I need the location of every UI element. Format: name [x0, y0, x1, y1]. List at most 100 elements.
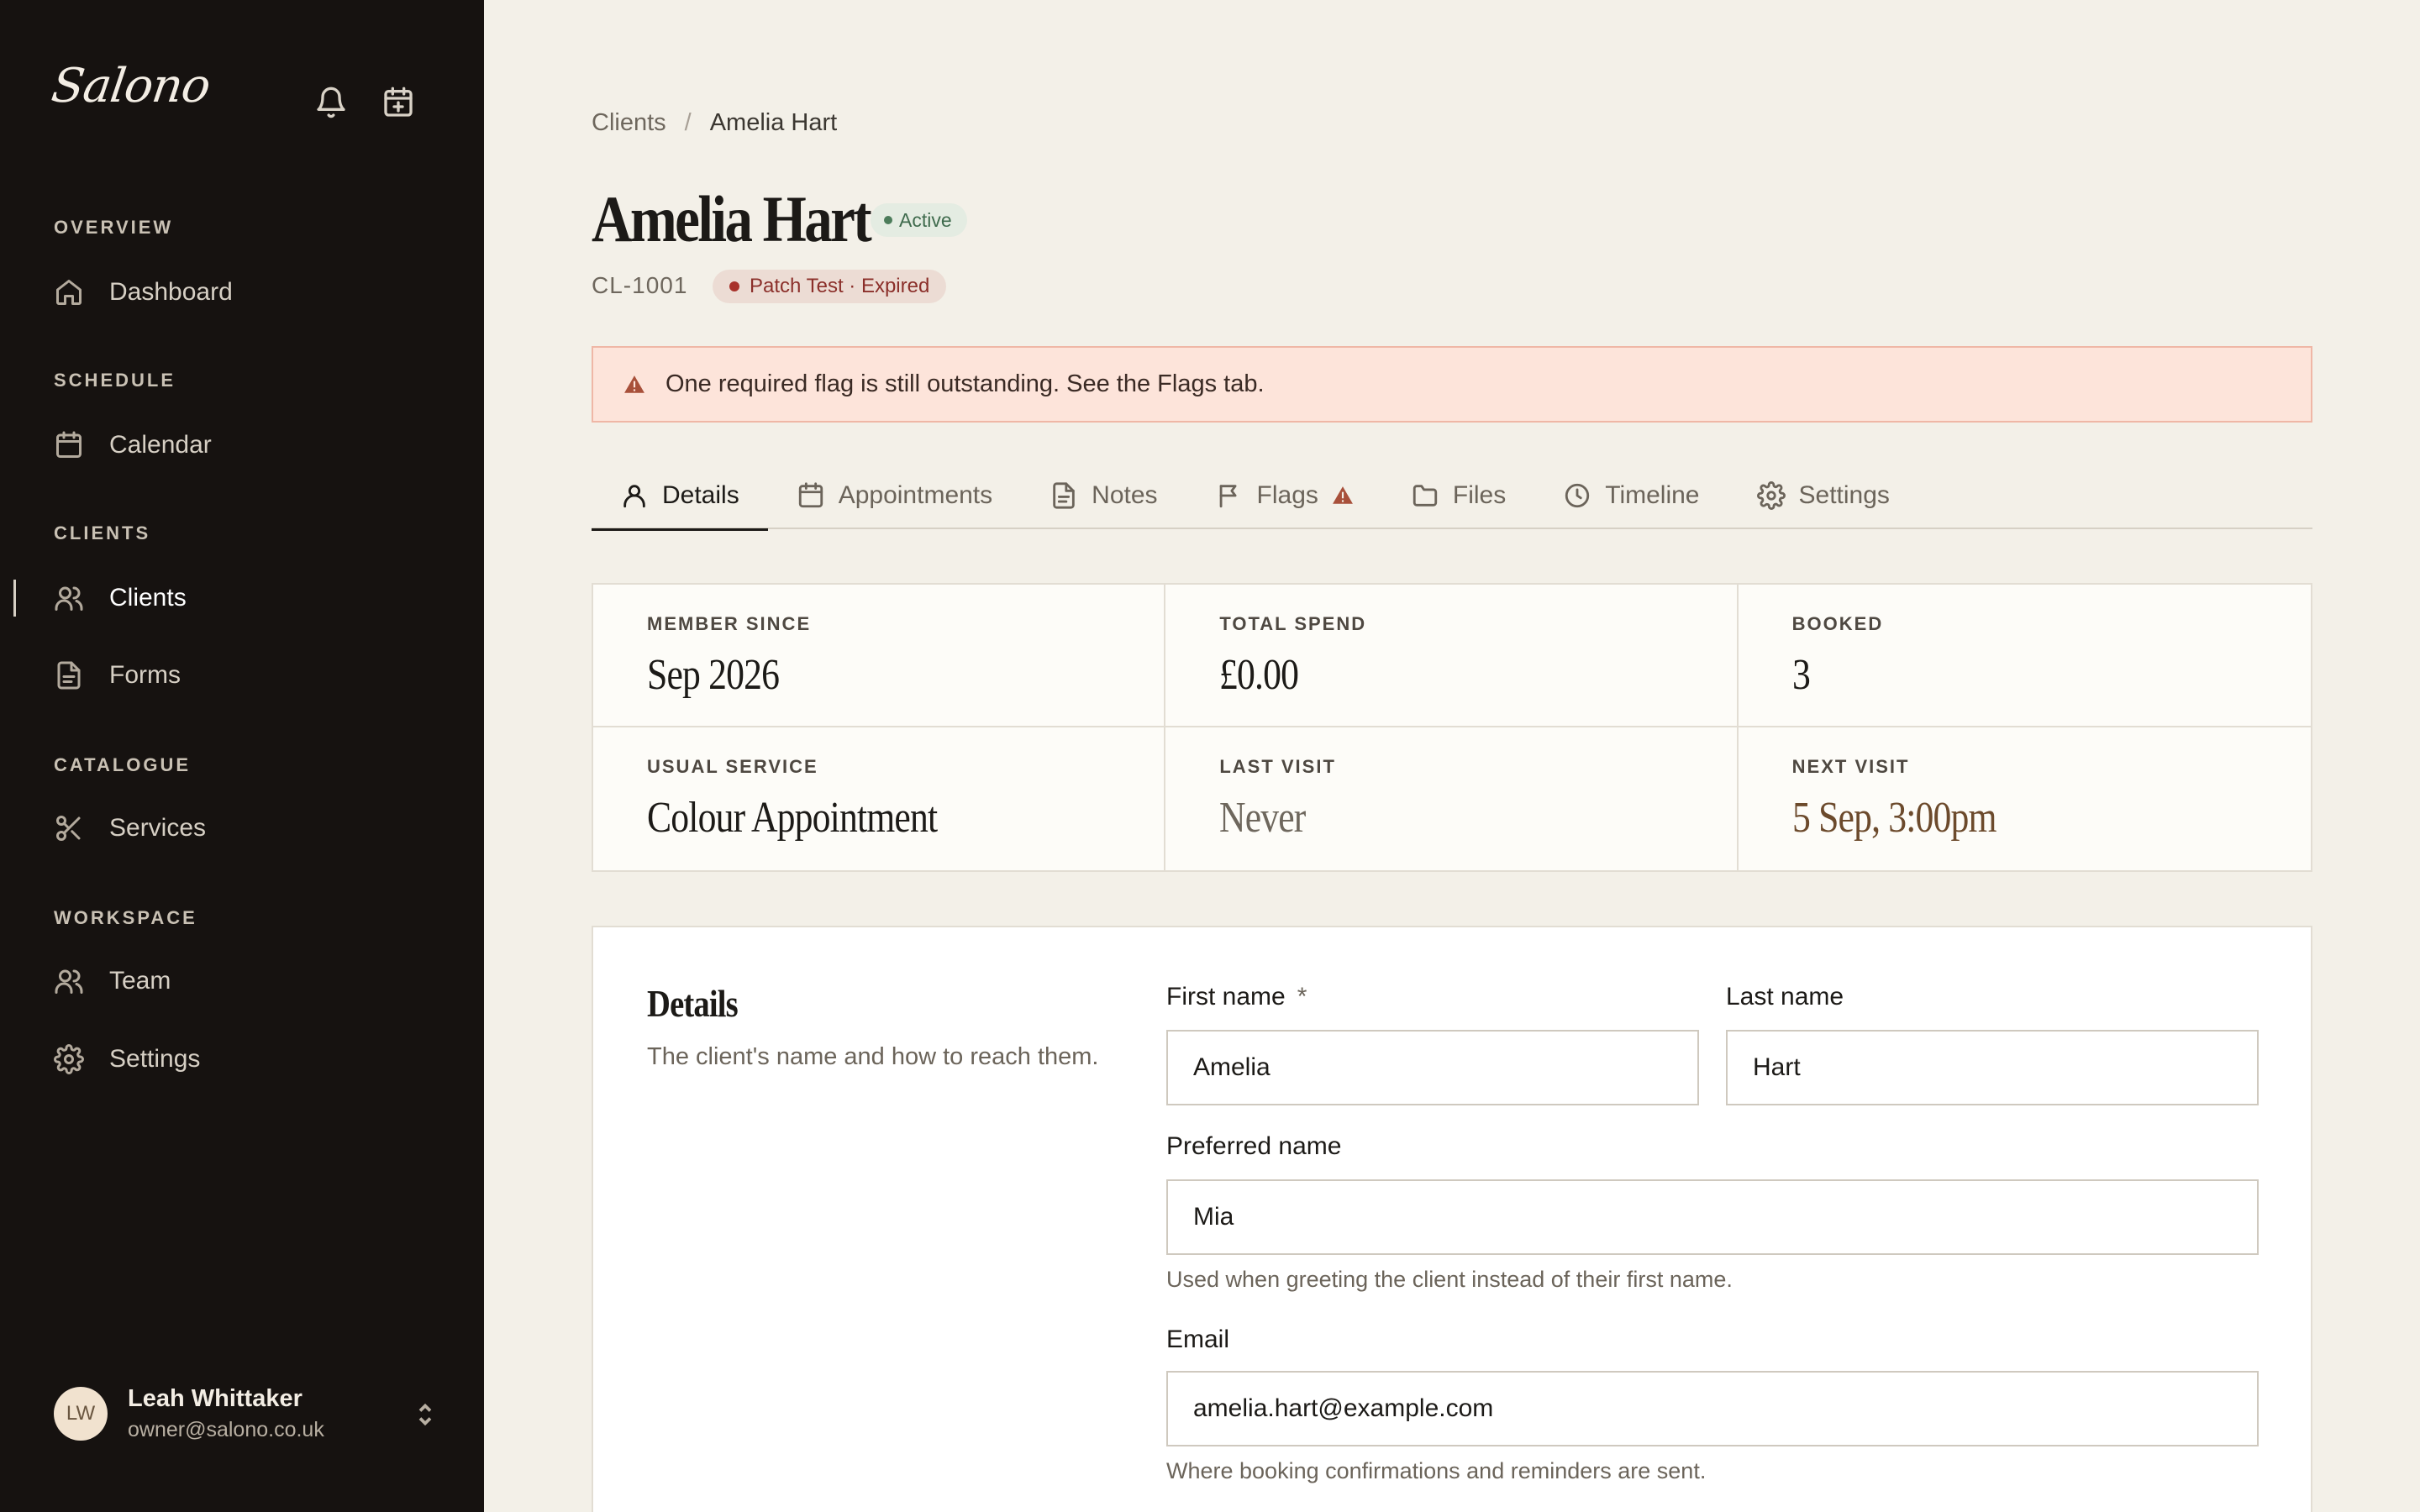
user-name: Leah Whittaker	[128, 1385, 302, 1412]
breadcrumb-clients-link[interactable]: Clients	[592, 109, 666, 137]
stat-next-visit: NEXT VISIT 5 Sep, 3:00pm	[1739, 727, 2311, 870]
stat-value: Sep 2026	[647, 651, 780, 699]
clock-icon	[1565, 483, 1590, 508]
stat-label: BOOKED	[1791, 613, 1884, 634]
sidebar-item-calendar[interactable]: Calendar	[54, 422, 440, 469]
email-label: Email	[1166, 1326, 1230, 1353]
tab-label: Timeline	[1605, 481, 1700, 509]
first-name-input[interactable]	[1166, 1030, 1699, 1105]
stat-usual-service: USUAL SERVICE Colour Appointment	[593, 727, 1166, 870]
last-name-input[interactable]	[1726, 1030, 2259, 1105]
stat-booked: BOOKED 3	[1738, 585, 2311, 727]
tab-label: Details	[662, 481, 739, 509]
tab-flags[interactable]: Flags	[1186, 462, 1382, 529]
page-title: Amelia Hart	[592, 182, 872, 255]
sidebar-item-label: Services	[109, 814, 207, 842]
stat-value: Never	[1219, 794, 1306, 842]
stat-total-spend: TOTAL SPEND £0.00	[1165, 585, 1739, 727]
tab-files[interactable]: Files	[1382, 462, 1534, 529]
sidebar-item-dashboard[interactable]: Dashboard	[54, 269, 440, 316]
sidebar-item-label: Settings	[109, 1045, 201, 1073]
user-menu[interactable]: LW Leah Whittaker owner@salono.co.uk	[54, 1384, 440, 1443]
nav-section-overview: OVERVIEW	[54, 217, 174, 238]
users-icon	[55, 969, 83, 994]
client-id: CL-1001	[592, 272, 688, 298]
scissors-icon	[56, 816, 81, 841]
breadcrumb-separator: /	[684, 109, 692, 136]
tab-label: Flags	[1256, 481, 1318, 509]
sidebar-item-label: Forms	[109, 661, 181, 689]
users-icon	[55, 586, 83, 611]
warning-icon	[624, 375, 644, 393]
calendar-add-icon[interactable]	[380, 84, 417, 121]
stat-member-since: MEMBER SINCE Sep 2026	[593, 585, 1166, 727]
gear-icon	[1756, 481, 1786, 510]
tab-label: Appointments	[838, 481, 993, 509]
document-icon	[57, 661, 81, 690]
calendar-icon	[798, 482, 823, 508]
details-card: Details The client's name and how to rea…	[592, 926, 2312, 1512]
sidebar: Salono OVERVIEW Dashboard SCHEDULE Calen…	[0, 0, 484, 1512]
calendar-icon	[56, 431, 82, 458]
tab-label: Settings	[1798, 481, 1890, 509]
sidebar-item-team[interactable]: Team	[54, 958, 440, 1005]
stat-value: £0.00	[1219, 651, 1299, 699]
nav-section-workspace: WORKSPACE	[54, 907, 197, 928]
last-name-label: Last name	[1726, 983, 1844, 1011]
sidebar-item-label: Clients	[109, 584, 187, 612]
stat-label: MEMBER SINCE	[647, 613, 812, 634]
stat-label: NEXT VISIT	[1791, 756, 1910, 777]
gear-icon	[54, 1044, 84, 1074]
client-stats: MEMBER SINCE Sep 2026 TOTAL SPEND £0.00 …	[592, 583, 2312, 872]
document-icon	[1053, 482, 1075, 509]
breadcrumb-current: Amelia Hart	[709, 109, 838, 136]
card-title: Details	[647, 982, 739, 1025]
stat-label: LAST VISIT	[1219, 756, 1336, 777]
nav-section-catalogue: CATALOGUE	[54, 754, 192, 775]
sidebar-item-settings[interactable]: Settings	[54, 1036, 440, 1083]
user-icon	[623, 485, 645, 508]
status-badge: Active	[871, 203, 967, 237]
stat-value: Colour Appointment	[647, 794, 938, 842]
email-input[interactable]	[1166, 1371, 2259, 1446]
sidebar-item-label: Dashboard	[109, 278, 233, 306]
stat-label: USUAL SERVICE	[647, 756, 818, 777]
folder-icon	[1413, 485, 1438, 507]
breadcrumb: Clients / Amelia Hart	[592, 109, 837, 137]
brand-logo[interactable]: Salono	[48, 59, 213, 113]
tab-timeline[interactable]: Timeline	[1534, 462, 1728, 529]
required-mark: *	[1297, 983, 1307, 1011]
sidebar-item-label: Team	[109, 967, 171, 995]
active-indicator	[13, 580, 16, 617]
bell-icon[interactable]	[313, 84, 350, 121]
avatar: LW	[54, 1387, 108, 1441]
sidebar-item-forms[interactable]: Forms	[54, 652, 440, 699]
first-name-label: First name *	[1166, 983, 1307, 1011]
flag-icon	[1219, 485, 1237, 508]
sidebar-item-services[interactable]: Services	[54, 805, 440, 852]
tab-label: Files	[1452, 481, 1507, 509]
card-description: The client's name and how to reach them.	[647, 1043, 1099, 1070]
preferred-name-hint: Used when greeting the client instead of…	[1166, 1267, 1733, 1292]
tab-details[interactable]: Details	[592, 462, 768, 531]
main-content: Clients / Amelia Hart Amelia Hart Active…	[484, 0, 2420, 1512]
home-icon	[56, 280, 82, 305]
chevron-updown-icon[interactable]	[410, 1399, 440, 1430]
email-hint: Where booking confirmations and reminder…	[1166, 1458, 1707, 1483]
sidebar-item-label: Calendar	[109, 431, 212, 459]
tab-notes[interactable]: Notes	[1021, 462, 1186, 529]
warning-icon	[1332, 486, 1353, 504]
stat-value: 3	[1791, 651, 1811, 699]
patch-test-badge: Patch Test · Expired	[713, 270, 947, 303]
sidebar-item-clients[interactable]: Clients	[54, 575, 440, 622]
nav-section-clients: CLIENTS	[54, 522, 151, 543]
user-email: owner@salono.co.uk	[128, 1418, 324, 1441]
stat-label: TOTAL SPEND	[1219, 613, 1367, 634]
tab-appointments[interactable]: Appointments	[768, 462, 1021, 529]
tab-settings[interactable]: Settings	[1728, 462, 1918, 529]
stat-value: 5 Sep, 3:00pm	[1791, 794, 1997, 842]
client-tabs: Details Appointments Notes Flags Files T…	[592, 462, 2312, 531]
flag-alert: One required flag is still outstanding. …	[592, 346, 2312, 423]
alert-message: One required flag is still outstanding. …	[666, 370, 1265, 397]
preferred-name-input[interactable]	[1166, 1179, 2259, 1255]
